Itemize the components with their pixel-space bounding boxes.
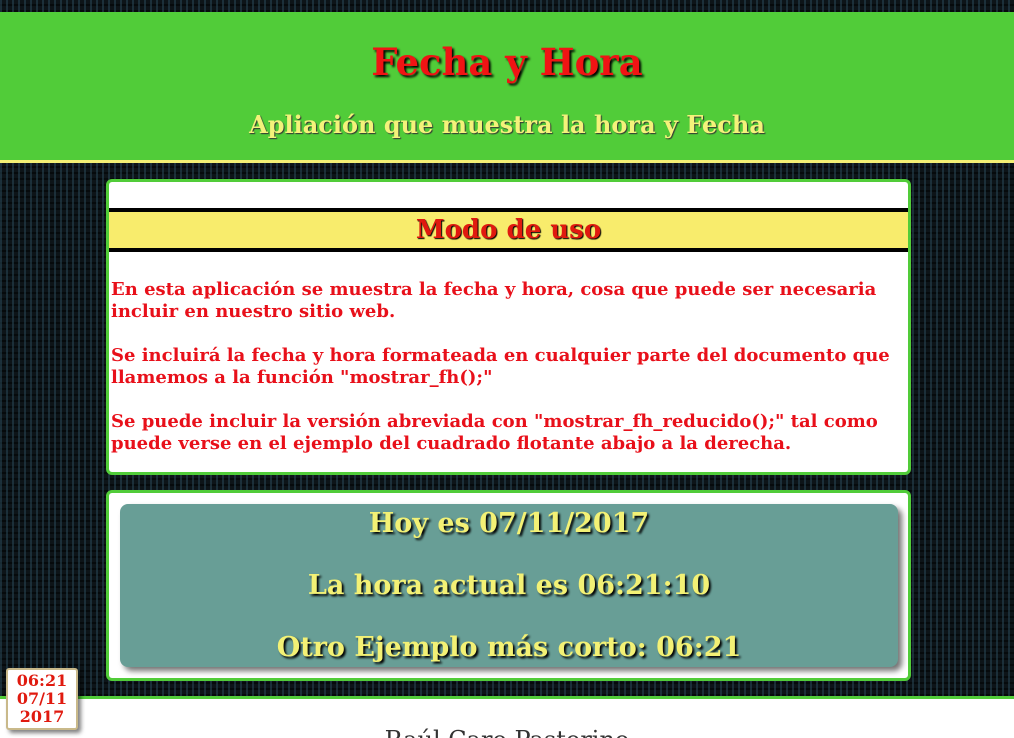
- top-background-strip: [0, 0, 1014, 12]
- usage-paragraph: Se puede incluir la versión abreviada co…: [111, 411, 878, 454]
- page-header: Fecha y Hora Apliación que muestra la ho…: [0, 12, 1014, 163]
- mini-clock-year: 2017: [19, 707, 65, 726]
- clock-display: Hoy es 07/11/2017 La hora actual es 06:2…: [120, 504, 898, 667]
- page-footer: Raúl Caro Pastorino: [0, 696, 1014, 738]
- clock-panel: Hoy es 07/11/2017 La hora actual es 06:2…: [106, 490, 911, 681]
- usage-paragraph: Se incluirá la fecha y hora formateada e…: [111, 345, 890, 388]
- short-time-text: Otro Ejemplo más corto: 06:21: [276, 632, 742, 663]
- current-date-text: Hoy es 07/11/2017: [368, 508, 650, 539]
- page-subtitle: Apliación que muestra la hora y Fecha: [249, 110, 765, 139]
- author-name: Raúl Caro Pastorino: [0, 726, 1014, 738]
- mini-clock-time: 06:21: [16, 671, 68, 690]
- current-time-text: La hora actual es 06:21:10: [307, 570, 711, 601]
- usage-panel: Modo de uso En esta aplicación se muestr…: [106, 179, 911, 475]
- usage-paragraph: En esta aplicación se muestra la fecha y…: [111, 279, 877, 322]
- usage-heading: Modo de uso: [109, 208, 908, 252]
- floating-mini-clock: 06:21 07/11 2017: [6, 668, 78, 730]
- page-title: Fecha y Hora: [371, 40, 643, 84]
- mini-clock-date: 07/11: [16, 689, 68, 708]
- usage-description: En esta aplicación se muestra la fecha y…: [111, 279, 901, 477]
